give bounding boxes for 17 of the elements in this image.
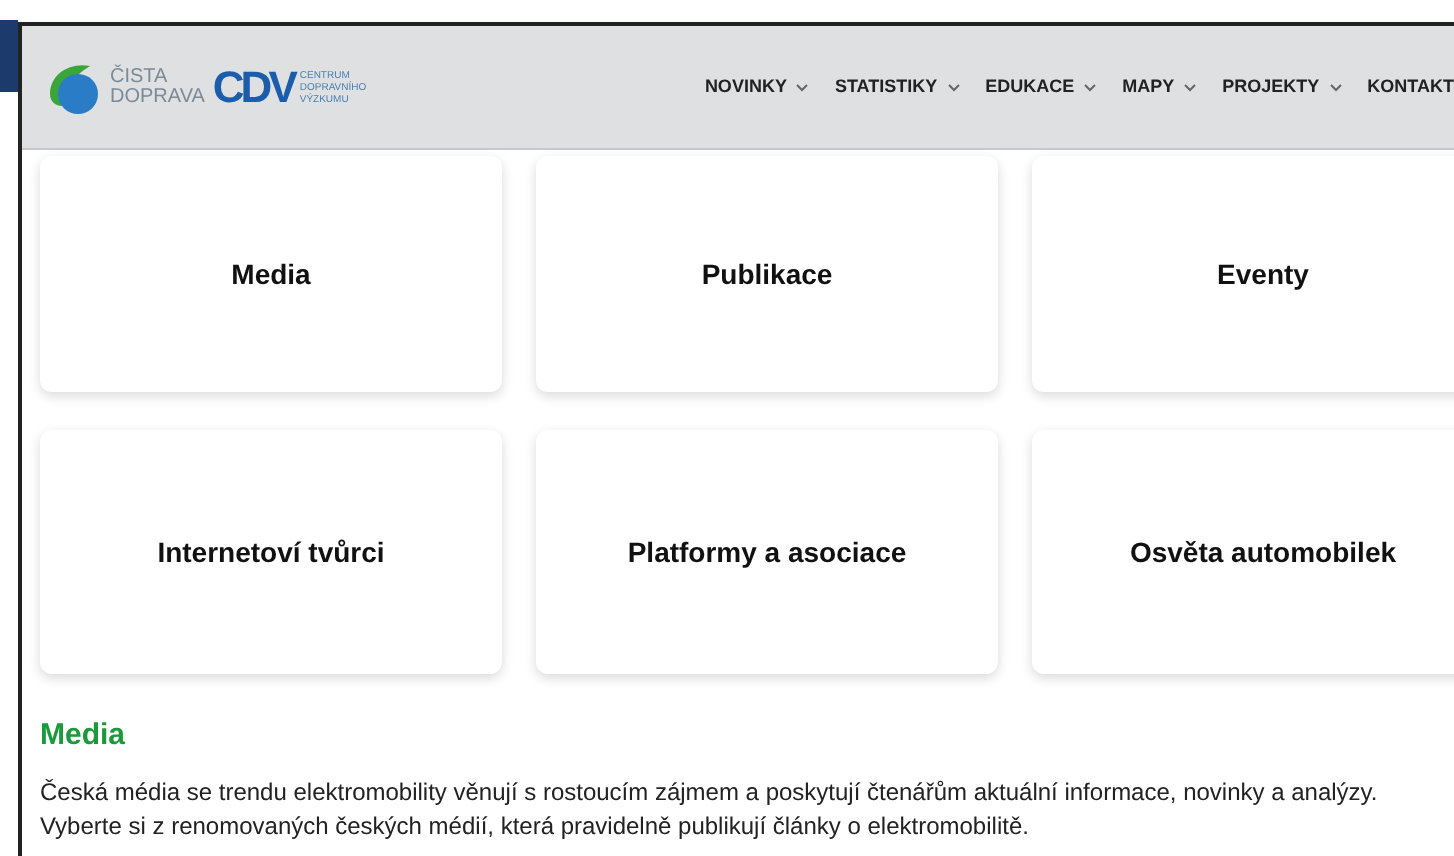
logo-text: DOPRAVA bbox=[110, 87, 205, 107]
section-title: Media bbox=[40, 716, 128, 756]
nav-link[interactable]: EDUKACE bbox=[985, 73, 1097, 101]
nav-link[interactable]: STATISTIKY bbox=[834, 73, 960, 101]
cdv-logo: CDV bbox=[212, 60, 294, 116]
nav-link[interactable]: KONTAKT bbox=[1367, 73, 1454, 101]
nav-link[interactable]: PROJEKTY bbox=[1222, 73, 1342, 101]
category-card[interactable]: Media bbox=[40, 156, 502, 392]
category-card[interactable]: Internetoví tvůrci bbox=[40, 430, 502, 674]
category-card[interactable]: Platformy a asociace bbox=[536, 430, 998, 674]
category-card[interactable]: Eventy bbox=[1032, 156, 1454, 392]
nav-link[interactable]: MAPY bbox=[1122, 73, 1197, 101]
section-paragraph: Česká média se trendu elektromobility věnují s rostoucím zájmem a poskytují čtenářům aktuální informace, novinky a analýzy. Vyberte si z renomovaných českých médií, která pravidelně publikují články o elektromobilitě. bbox=[40, 775, 1380, 843]
category-card[interactable]: Osvěta automobilek bbox=[1032, 430, 1454, 674]
nav-link[interactable]: NOVINKY bbox=[704, 73, 809, 101]
category-card[interactable]: Publikace bbox=[536, 156, 998, 392]
logo-text: ČISTA bbox=[110, 67, 170, 87]
